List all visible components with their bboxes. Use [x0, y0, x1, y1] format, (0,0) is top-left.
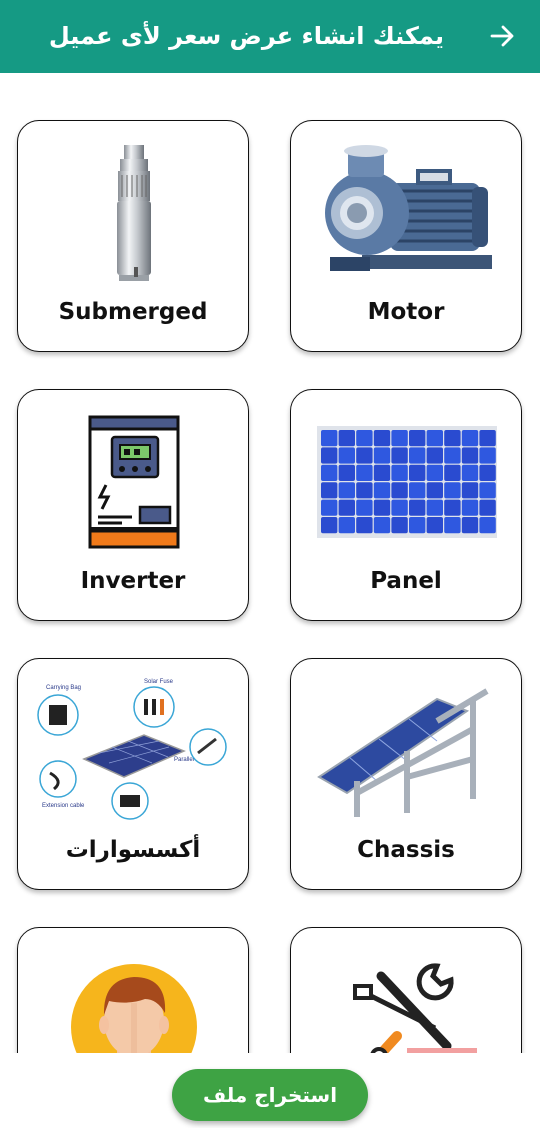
solar-cell: [321, 482, 338, 499]
solar-cell: [338, 447, 355, 464]
tools-icon: [307, 946, 507, 1053]
solar-cell: [338, 464, 355, 481]
solar-cell: [461, 430, 479, 447]
category-grid: Submerged Motor Inverter Panel Carrying …: [0, 73, 540, 1053]
solar-panel-icon: [307, 408, 507, 556]
solar-cell: [409, 447, 426, 464]
solar-cell: [356, 464, 373, 481]
solar-cell: [479, 517, 496, 534]
solar-cell: [356, 430, 373, 447]
solar-cell: [444, 517, 461, 534]
accessory-bag-text: Carrying Bag: [46, 685, 81, 691]
solar-cell: [391, 464, 408, 481]
solar-cell: [426, 482, 443, 499]
export-file-button[interactable]: استخراج ملف: [172, 1069, 368, 1121]
solar-cell: [426, 499, 443, 516]
solar-cell: [409, 430, 426, 447]
solar-cell: [444, 464, 461, 481]
category-label: أكسسوارات: [65, 837, 201, 863]
category-label: Panel: [370, 568, 442, 594]
solar-cell: [391, 430, 408, 447]
solar-cell: [409, 464, 426, 481]
centrifugal-pump-icon: [307, 139, 507, 287]
category-label: Inverter: [80, 568, 186, 594]
solar-cell: [409, 499, 426, 516]
solar-cell: [356, 499, 373, 516]
solar-cell: [479, 482, 496, 499]
accessory-extension-text: Extension cable: [42, 803, 85, 809]
category-card-installation[interactable]: [290, 927, 522, 1053]
solar-cell: [444, 430, 461, 447]
solar-cell: [321, 464, 338, 481]
category-card-chassis[interactable]: Chassis: [290, 658, 522, 890]
solar-cell: [444, 447, 461, 464]
category-label: Motor: [367, 299, 445, 325]
solar-cell: [321, 499, 338, 516]
category-card-panel[interactable]: Panel: [290, 389, 522, 621]
solar-cell: [461, 447, 479, 464]
solar-cell: [444, 499, 461, 516]
accessory-fuse-text: Solar Fuse: [144, 679, 174, 685]
solar-cell: [426, 464, 443, 481]
solar-cell: [373, 482, 391, 499]
solar-cell: [461, 517, 479, 534]
solar-cell: [479, 447, 496, 464]
submersible-pump-icon: [34, 139, 234, 287]
solar-cell: [321, 517, 338, 534]
solar-cell: [373, 430, 391, 447]
solar-cell: [479, 430, 496, 447]
solar-cell: [356, 482, 373, 499]
solar-cell: [426, 430, 443, 447]
solar-cell: [391, 482, 408, 499]
person-avatar-icon: [34, 946, 234, 1053]
solar-cell: [461, 499, 479, 516]
solar-cell: [338, 482, 355, 499]
solar-cell: [321, 430, 338, 447]
category-card-clients[interactable]: [17, 927, 249, 1053]
solar-cell: [461, 464, 479, 481]
solar-cell: [321, 447, 338, 464]
solar-cell: [338, 517, 355, 534]
app-bar: يمكنك انشاء عرض سعر لأى عميل: [0, 0, 540, 73]
category-card-inverter[interactable]: Inverter: [17, 389, 249, 621]
solar-cell: [426, 447, 443, 464]
solar-cell: [373, 447, 391, 464]
accessories-icon: Carrying Bag Solar Fuse Parallel Cable E…: [34, 677, 234, 825]
back-button[interactable]: [484, 18, 520, 54]
page-title: يمكنك انشاء عرض سعر لأى عميل: [48, 22, 444, 50]
category-label: Chassis: [357, 837, 455, 863]
solar-cell: [356, 447, 373, 464]
solar-cell: [338, 430, 355, 447]
category-card-motor[interactable]: Motor: [290, 120, 522, 352]
solar-cell: [479, 464, 496, 481]
solar-cell: [444, 482, 461, 499]
category-card-submerged[interactable]: Submerged: [17, 120, 249, 352]
solar-cell: [373, 464, 391, 481]
chassis-icon: [307, 677, 507, 825]
solar-cell: [426, 517, 443, 534]
solar-cell: [461, 482, 479, 499]
solar-cell: [373, 499, 391, 516]
solar-cell: [391, 517, 408, 534]
solar-cell: [373, 517, 391, 534]
inverter-icon: [34, 408, 234, 556]
category-card-accessories[interactable]: Carrying Bag Solar Fuse Parallel Cable E…: [17, 658, 249, 890]
category-label: Submerged: [58, 299, 208, 325]
solar-cell: [356, 517, 373, 534]
solar-cell: [409, 482, 426, 499]
solar-cell: [338, 499, 355, 516]
arrow-right-icon: [490, 25, 514, 47]
solar-cell: [409, 517, 426, 534]
solar-cell: [391, 499, 408, 516]
solar-cell: [479, 499, 496, 516]
solar-cell: [391, 447, 408, 464]
